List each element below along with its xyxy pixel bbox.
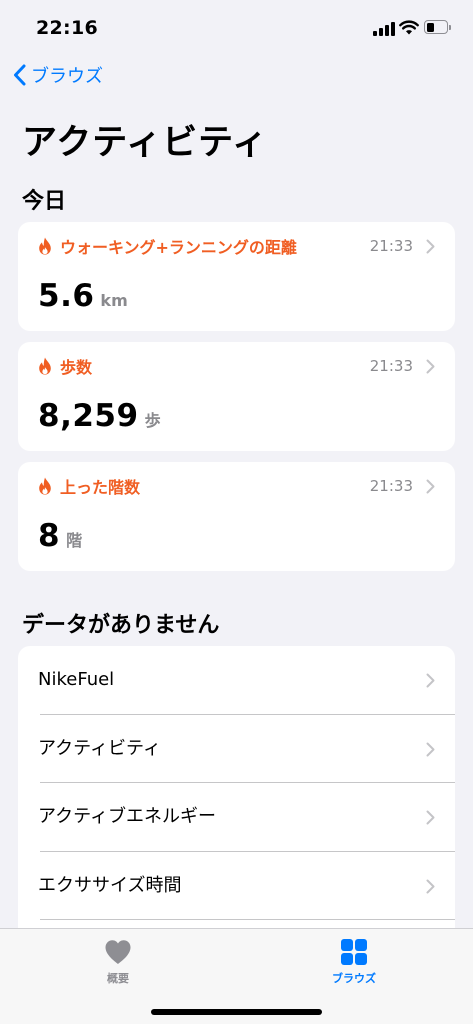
card-title: ウォーキング+ランニングの距離 [60,238,297,257]
tab-label: 概要 [107,972,129,985]
list-item-exercise-time[interactable]: エクササイズ時間 [18,852,455,920]
tab-label: ブラウズ [332,972,376,985]
no-data-list: NikeFuel アクティビティ アクティブエネルギー エクササイズ時間 [18,646,455,936]
section-header-no-data: データがありません [22,613,220,638]
cellular-signal-icon [373,22,395,36]
home-indicator [151,1009,322,1015]
chevron-right-icon [426,879,435,893]
back-button-label: ブラウズ [31,66,103,87]
card-walking-running-distance[interactable]: ウォーキング+ランニングの距離 21:33 5.6 km [18,222,455,331]
flame-icon [39,357,51,375]
chevron-right-icon [426,239,435,254]
card-timestamp: 21:33 [369,357,413,375]
tab-browse[interactable]: ブラウズ [294,937,414,986]
card-value: 8,259 歩 [38,398,161,434]
chevron-left-icon [14,64,26,86]
card-title: 上った階数 [60,478,141,497]
chevron-right-icon [426,479,435,494]
list-item-label: アクティブエネルギー [38,806,217,827]
card-flights-climbed[interactable]: 上った階数 21:33 8 階 [18,462,455,571]
page-title: アクティビティ [22,123,269,163]
card-timestamp: 21:33 [369,477,413,495]
list-item-nikefuel[interactable]: NikeFuel [18,646,455,715]
list-item-label: アクティビティ [38,737,161,759]
card-header: 上った階数 [38,474,140,498]
card-value: 5.6 km [38,278,128,314]
chevron-right-icon [426,742,435,756]
value-unit: 階 [66,531,83,550]
battery-icon [424,20,451,34]
chevron-right-icon [426,810,435,825]
value-number: 5.6 [38,278,95,314]
card-value: 8 階 [38,518,82,554]
activity-screen: 22:16 ブラウズ アクティビティ 今日 ウォーキング+ランニングの距離 21… [0,0,473,1024]
list-item-label: エクササイズ時間 [38,874,182,896]
list-item-label: NikeFuel [38,669,115,690]
grid-icon [341,939,367,965]
chevron-right-icon [426,359,435,374]
card-steps[interactable]: 歩数 21:33 8,259 歩 [18,342,455,451]
flame-icon [39,477,51,495]
tab-summary[interactable]: 概要 [58,937,178,986]
value-unit: km [100,291,128,310]
flame-icon [39,237,51,255]
card-timestamp: 21:33 [369,237,413,255]
list-item-active-energy[interactable]: アクティブエネルギー [18,783,455,852]
value-number: 8,259 [38,398,139,434]
chevron-right-icon [426,673,435,688]
heart-icon [105,940,131,964]
status-bar: 22:16 [0,0,473,54]
card-title: 歩数 [60,358,93,377]
status-time: 22:16 [36,17,98,39]
card-header: 歩数 [38,354,92,378]
value-number: 8 [38,518,61,554]
section-header-today: 今日 [22,189,67,214]
value-unit: 歩 [144,411,161,430]
back-button[interactable]: ブラウズ [12,60,103,90]
list-item-activity[interactable]: アクティビティ [18,715,455,783]
card-header: ウォーキング+ランニングの距離 [38,234,297,258]
list-divider [40,919,455,920]
wifi-icon [399,20,419,35]
